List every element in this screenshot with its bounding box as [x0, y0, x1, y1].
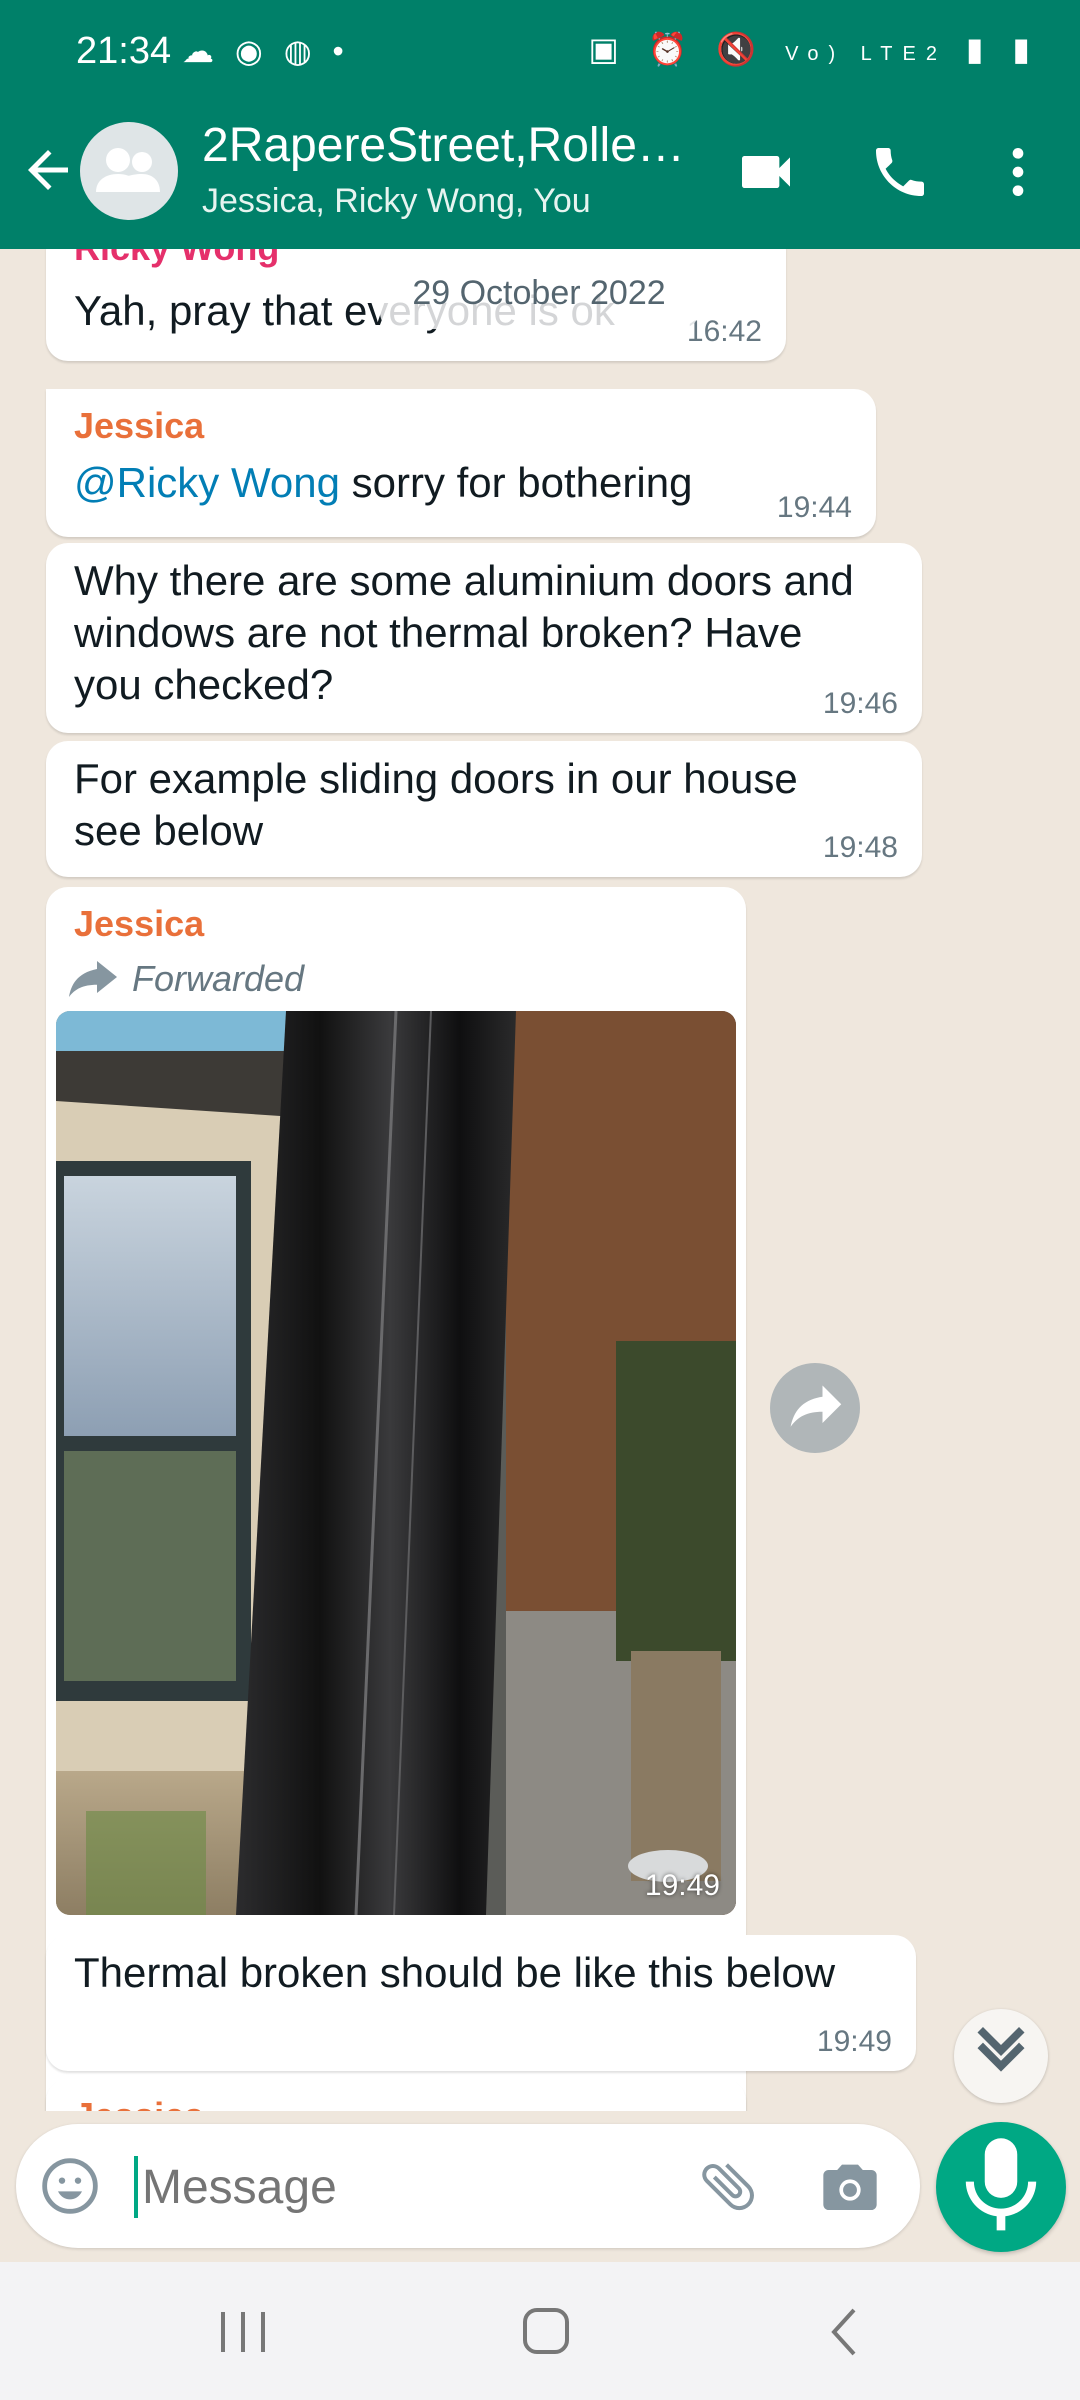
notification-icons: ☁ ◉ ◍ • [182, 33, 350, 69]
image-time: 19:49 [644, 1869, 720, 1902]
attach-icon[interactable] [696, 2154, 760, 2218]
back-arrow-icon[interactable] [18, 140, 78, 200]
forwarded-indicator: Forwarded [68, 953, 304, 1005]
status-time: 21:34 [76, 30, 172, 72]
message-sender: Jessica [74, 405, 205, 446]
message-bubble[interactable]: Why there are some aluminium doors and w… [46, 543, 922, 733]
message-image[interactable]: 19:49 [56, 1011, 736, 1915]
mention-link[interactable]: @Ricky Wong [74, 459, 340, 506]
message-sender: Ricky Wong [74, 249, 279, 269]
message-bubble[interactable]: Jessica @Ricky Wong sorry for bothering … [46, 389, 876, 537]
message-time: 19:48 [822, 831, 898, 864]
message-text-body: sorry for bothering [339, 459, 693, 506]
message-time: 19:49 [816, 2025, 892, 2058]
forwarded-label: Forwarded [132, 958, 305, 999]
message-text: @Ricky Wong sorry for bothering [74, 457, 774, 509]
camera-icon[interactable] [818, 2154, 882, 2218]
battery-saver-icon: ▣ [588, 31, 629, 67]
mute-icon: 🔇 [716, 31, 767, 67]
scroll-down-icon [977, 2027, 1025, 2072]
alarm-icon: ⏰ [647, 31, 698, 67]
text-cursor [134, 2156, 138, 2218]
date-chip: 29 October 2022 [380, 257, 698, 329]
message-time: 19:44 [776, 491, 852, 524]
scroll-to-bottom-button[interactable] [954, 2009, 1048, 2103]
emoji-icon[interactable] [38, 2154, 102, 2218]
message-bubble[interactable]: For example sliding doors in our house s… [46, 741, 922, 877]
mic-icon [965, 2138, 1037, 2231]
message-text: For example sliding doors in our house s… [74, 755, 798, 854]
video-call-icon[interactable] [734, 140, 798, 204]
image-message-bubble[interactable]: Jessica Forwarded 19:49 [46, 887, 746, 2111]
message-text: Why there are some aluminium doors and w… [74, 557, 854, 708]
message-sender: Jessica [74, 903, 205, 944]
message-input-bar [16, 2124, 920, 2248]
network-label: Vo) LTE2 [785, 43, 947, 65]
photo-content [56, 1011, 736, 1915]
chat-participants[interactable]: Jessica, Ricky Wong, You [202, 182, 591, 221]
phone-icon[interactable] [868, 140, 932, 204]
top-app-bar: 21:34 ☁ ◉ ◍ • ▣ ⏰ 🔇 Vo) LTE2 ▮ ▮ 2Rapere… [0, 0, 1080, 249]
message-sender: Jessica [74, 2095, 204, 2111]
more-vert-icon[interactable] [986, 140, 1050, 204]
message-bubble[interactable]: Thermal broken should be like this below… [46, 1935, 916, 2071]
message-bubble[interactable]: Jessica [46, 2079, 746, 2111]
recent-apps-icon[interactable] [208, 2302, 278, 2362]
status-right-icons: ▣ ⏰ 🔇 Vo) LTE2 ▮ ▮ [589, 30, 1041, 68]
group-avatar-icon [96, 148, 160, 192]
forwarded-icon [69, 961, 117, 997]
voice-message-button[interactable] [936, 2122, 1066, 2252]
nav-back-icon[interactable] [810, 2302, 880, 2362]
home-icon[interactable] [510, 2302, 580, 2362]
chat-area[interactable]: Ricky Wong Yah, pray that everyone is ok… [0, 249, 1080, 2111]
message-time: 19:46 [822, 687, 898, 720]
forward-button[interactable] [770, 1363, 860, 1453]
message-time: 16:42 [686, 315, 762, 348]
system-navigation-bar [0, 2262, 1080, 2400]
chat-title[interactable]: 2RapereStreet,Rolle… [202, 118, 685, 173]
signal-icon: ▮ [965, 31, 994, 67]
message-input[interactable] [140, 2146, 664, 2228]
message-text: Thermal broken should be like this below [74, 1949, 836, 1996]
battery-icon: ▮ [1012, 31, 1040, 67]
forward-icon [790, 1385, 842, 1427]
group-avatar[interactable] [80, 122, 178, 220]
